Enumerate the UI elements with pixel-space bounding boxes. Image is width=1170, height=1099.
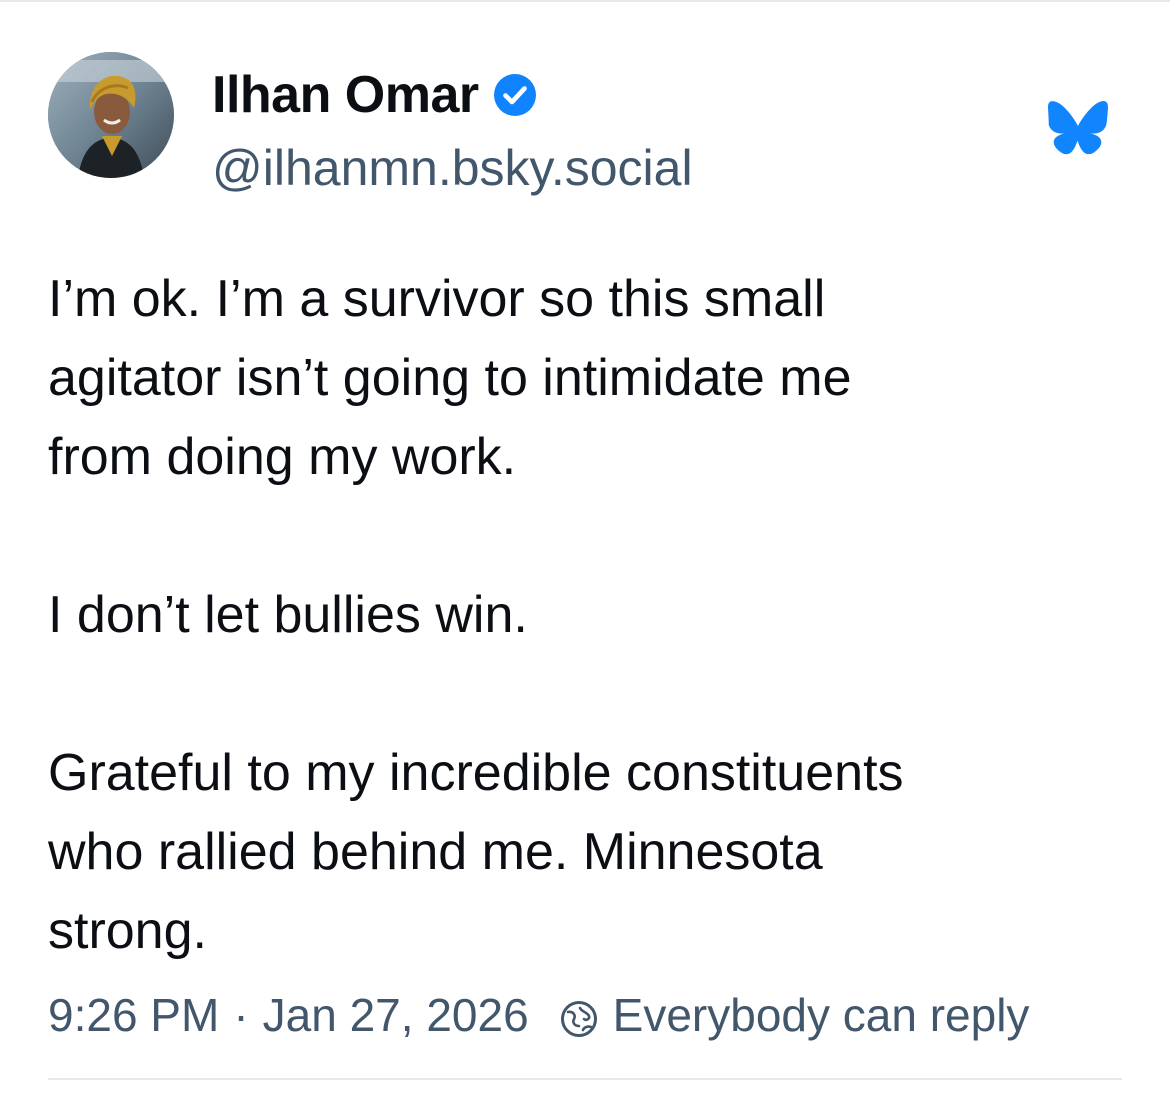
post-card[interactable]: Ilhan Omar @ilhanmn.bsky.social I’m ok. …: [48, 52, 1122, 1041]
bottom-divider: [48, 1078, 1122, 1080]
post-text-line: who rallied behind me. Minnesota: [48, 823, 823, 881]
author-handle[interactable]: @ilhanmn.bsky.social: [212, 138, 693, 198]
avatar-image: [48, 52, 174, 178]
post-header: Ilhan Omar @ilhanmn.bsky.social: [48, 52, 1122, 196]
reply-settings-icon[interactable]: [559, 995, 599, 1037]
post-meta: 9:26 PM · Jan 27, 2026 Everybody can rep…: [48, 987, 1029, 1043]
post-time[interactable]: 9:26 PM: [48, 987, 219, 1043]
name-row: Ilhan Omar: [212, 62, 693, 128]
post-body: I’m ok. I’m a survivor so this small agi…: [48, 260, 1122, 971]
bluesky-butterfly-icon: [1048, 98, 1108, 158]
post-text-line: agitator isn’t going to intimidate me: [48, 349, 852, 407]
post-text-line: I’m ok. I’m a survivor so this small: [48, 270, 826, 328]
reply-setting-label[interactable]: Everybody can reply: [613, 987, 1030, 1043]
post-paragraph: I’m ok. I’m a survivor so this small agi…: [48, 260, 1122, 497]
avatar[interactable]: [48, 52, 174, 178]
post-text-line: I don’t let bullies win.: [48, 586, 528, 644]
post-text-line: Grateful to my incredible constituents: [48, 744, 904, 802]
author-display-name[interactable]: Ilhan Omar: [212, 62, 479, 128]
author-info: Ilhan Omar @ilhanmn.bsky.social: [212, 62, 693, 198]
post-text-line: strong.: [48, 902, 207, 960]
verified-badge-icon[interactable]: [493, 73, 537, 117]
post-paragraph: Grateful to my incredible constituents w…: [48, 734, 1122, 971]
post-text-line: from doing my work.: [48, 428, 517, 486]
top-divider: [0, 0, 1170, 2]
meta-separator: ·: [233, 989, 249, 1041]
post-date[interactable]: Jan 27, 2026: [263, 987, 529, 1043]
post-paragraph: I don’t let bullies win.: [48, 576, 1122, 655]
